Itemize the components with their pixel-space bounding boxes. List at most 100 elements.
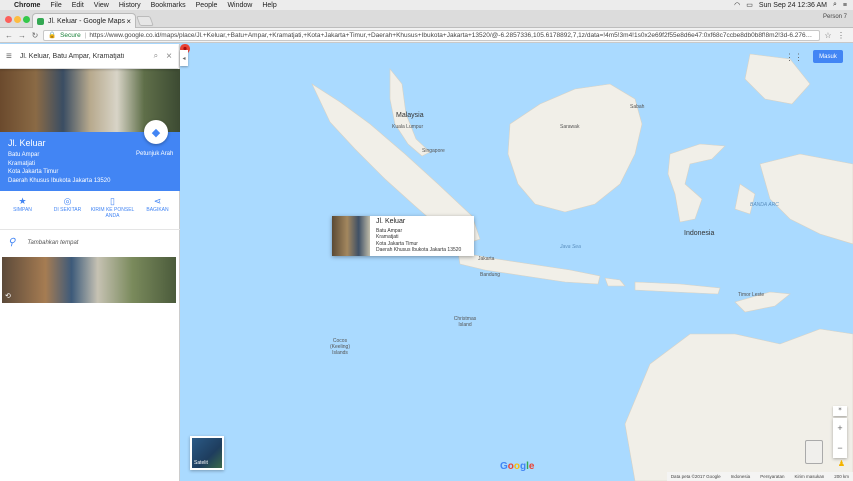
place-info-card[interactable]: Jl. Keluar Batu Ampar Kramatjati Kota Ja…: [332, 216, 474, 256]
compass-icon[interactable]: ✶: [833, 406, 847, 416]
region-link[interactable]: Indonesia: [731, 474, 751, 479]
satellite-toggle[interactable]: Satelit: [190, 436, 224, 470]
star-icon: ★: [18, 196, 27, 206]
profile-name[interactable]: Person 7: [823, 14, 847, 20]
satellite-label: Satelit: [194, 460, 208, 466]
lock-icon: 🔒: [48, 32, 57, 39]
add-place-label: Tambahkan tempat: [27, 239, 79, 246]
battery-icon[interactable]: ▭: [746, 1, 753, 9]
map-label-jakarta: Jakarta: [478, 256, 495, 262]
map-label-timor-leste: Timor Leste: [738, 292, 765, 298]
bookmark-star-icon[interactable]: ☆: [823, 31, 833, 40]
place-line: Kramatjati: [8, 160, 36, 167]
directions-icon: ◆: [151, 126, 161, 139]
apps-grid-icon[interactable]: ⋮⋮: [785, 52, 803, 63]
tab-bar: Jl. Keluar - Google Maps × Person 7: [0, 10, 853, 28]
scale-bar[interactable]: 200 km: [834, 474, 849, 479]
collapse-panel-button[interactable]: ◂: [180, 50, 188, 66]
menu-file[interactable]: File: [50, 2, 61, 9]
google-logo: Google: [500, 461, 535, 472]
place-panel: ≡ Jl. Keluar, Batu Ampar, Kramatjati ⌕ ×…: [0, 44, 180, 481]
place-line: Kota Jakarta Timur: [8, 169, 59, 175]
directions-label[interactable]: Petunjuk Arah: [136, 151, 173, 157]
place-card-line: Daerah Khusus Ibukota Jakarta 13520: [376, 247, 462, 253]
menu-edit[interactable]: Edit: [72, 2, 84, 9]
reload-icon[interactable]: ↻: [30, 31, 40, 40]
menu-people[interactable]: People: [196, 2, 218, 9]
map-label-banda-arc: BANDA ARC: [750, 202, 779, 208]
map-label-singapore: Singapore: [422, 148, 445, 154]
menu-help[interactable]: Help: [262, 2, 276, 9]
trash-icon[interactable]: [805, 440, 823, 464]
browser-toolbar: ← → ↻ 🔒 Secure | https://www.google.co.i…: [0, 28, 853, 43]
status-area: ◠ ▭ Sun Sep 24 12:36 AM ⌕ ≡: [734, 1, 847, 9]
map-label-bandung: Bandung: [480, 272, 501, 278]
feedback-link[interactable]: Kirim masukan: [794, 474, 824, 479]
address-bar[interactable]: 🔒 Secure | https://www.google.co.id/maps…: [43, 29, 820, 41]
directions-button[interactable]: ◆: [144, 120, 168, 144]
share-label: BAGIKAN: [146, 207, 169, 213]
new-tab-button[interactable]: [136, 16, 154, 26]
map-label-christmas-island: Christmas Island: [453, 316, 477, 328]
tab-google-maps[interactable]: Jl. Keluar - Google Maps ×: [32, 13, 136, 28]
map-label-malaysia: Malaysia: [396, 112, 424, 119]
save-button[interactable]: ★ SIMPAN: [0, 194, 45, 229]
menu-window[interactable]: Window: [227, 2, 252, 9]
send-to-phone-label: KIRIM KE PONSEL ANDA: [90, 207, 135, 219]
pegman-icon[interactable]: ♟: [838, 459, 845, 468]
send-to-phone-button[interactable]: ▯ KIRIM KE PONSEL ANDA: [90, 194, 135, 229]
share-button[interactable]: ⋖ BAGIKAN: [135, 194, 180, 229]
map-landmass: [311, 53, 853, 481]
close-tab-icon[interactable]: ×: [126, 17, 131, 26]
terms-link[interactable]: Persyaratan: [760, 474, 784, 479]
phone-icon: ▯: [110, 196, 115, 206]
menu-view[interactable]: View: [94, 2, 109, 9]
minimize-window-button[interactable]: [14, 16, 21, 23]
map-label-sabah: Sabah: [630, 104, 645, 110]
close-window-button[interactable]: [5, 16, 12, 23]
place-actions: ★ SIMPAN ◎ DI SEKITAR ▯ KIRIM KE PONSEL …: [0, 194, 180, 230]
add-place-link[interactable]: ⚲ Tambahkan tempat: [8, 237, 78, 248]
map-label-sarawak: Sarawak: [560, 124, 580, 130]
zoom-out-button[interactable]: −: [837, 443, 842, 453]
zoom-window-button[interactable]: [23, 16, 30, 23]
zoom-in-button[interactable]: +: [837, 423, 842, 433]
share-icon: ⋖: [153, 196, 162, 206]
street-view-icon: ⟲: [5, 293, 11, 300]
hamburger-menu-icon[interactable]: ≡: [6, 51, 12, 62]
clock[interactable]: Sun Sep 24 12:36 AM: [759, 2, 827, 9]
back-icon[interactable]: ←: [4, 31, 14, 40]
nearby-label: DI SEKITAR: [53, 207, 82, 213]
mac-menubar: Chrome File Edit View History Bookmarks …: [0, 0, 853, 10]
menu-bookmarks[interactable]: Bookmarks: [151, 2, 186, 9]
clear-search-icon[interactable]: ×: [166, 51, 172, 62]
menu-dots-icon[interactable]: ⋮: [836, 31, 846, 40]
search-input[interactable]: Jl. Keluar, Batu Ampar, Kramatjati: [20, 53, 154, 60]
place-card-title: Jl. Keluar: [376, 218, 406, 225]
street-view-photo[interactable]: ⟲: [2, 257, 176, 303]
map-canvas[interactable]: Malaysia Kuala Lumpur Singapore Indonesi…: [180, 44, 853, 481]
tab-title: Jl. Keluar - Google Maps: [48, 17, 126, 25]
nearby-button[interactable]: ◎ DI SEKITAR: [45, 194, 90, 229]
map-label-java-sea: Java Sea: [560, 244, 581, 250]
menu-app-name[interactable]: Chrome: [14, 2, 40, 9]
place-card-photo: [332, 216, 370, 256]
wifi-icon[interactable]: ◠: [734, 1, 740, 9]
map-label-indonesia: Indonesia: [684, 230, 715, 237]
maps-favicon-icon: [37, 17, 44, 25]
search-icon[interactable]: ⌕: [833, 1, 837, 9]
url-text: https://www.google.co.id/maps/place/Jl.+…: [89, 31, 815, 39]
forward-icon[interactable]: →: [17, 31, 27, 40]
zoom-controls: + −: [833, 418, 847, 458]
add-location-icon: ⚲: [8, 237, 16, 248]
save-label: SIMPAN: [13, 207, 32, 213]
menu-history[interactable]: History: [119, 2, 141, 9]
sign-in-button[interactable]: Masuk: [813, 50, 843, 63]
nearby-icon: ◎: [63, 196, 72, 206]
list-icon[interactable]: ≡: [843, 2, 847, 9]
search-icon[interactable]: ⌕: [154, 51, 158, 61]
secure-label: Secure: [60, 31, 81, 39]
place-line: Daerah Khusus Ibukota Jakarta 13520: [8, 177, 111, 184]
search-bar: ≡ Jl. Keluar, Batu Ampar, Kramatjati ⌕ ×: [0, 44, 178, 69]
map-footer: Data peta ©2017 Google Indonesia Persyar…: [666, 472, 853, 481]
